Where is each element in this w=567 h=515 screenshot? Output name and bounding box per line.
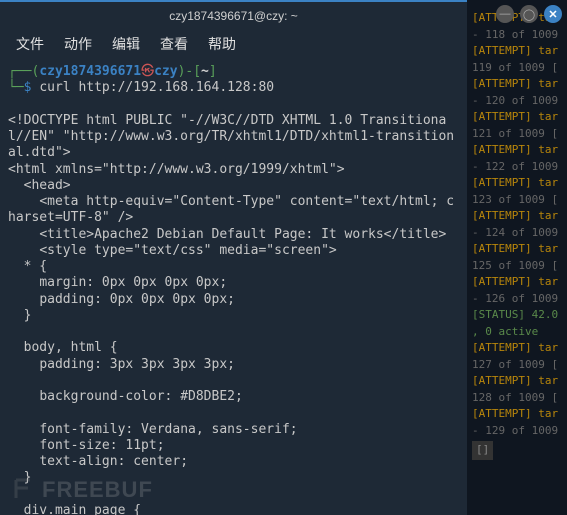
prompt-host: czy (154, 64, 177, 79)
bg-line: - 126 of 1009 (472, 291, 562, 308)
menu-view[interactable]: 查看 (152, 31, 196, 57)
menubar: 文件 动作 编辑 查看 帮助 (0, 30, 467, 58)
bg-line: [ATTEMPT] tar (472, 340, 562, 357)
bg-line: [ATTEMPT] tar (472, 43, 562, 60)
prompt-at-icon: ㉿ (141, 64, 154, 79)
bg-line: - 118 of 1009 (472, 27, 562, 44)
bg-line: 123 of 1009 [ (472, 192, 562, 209)
prompt-path: ~ (201, 64, 209, 79)
menu-edit[interactable]: 编辑 (104, 31, 148, 57)
minimize-button[interactable]: — (496, 5, 514, 23)
bg-line: [ATTEMPT] tar (472, 142, 562, 159)
prompt-user: czy1874396671 (39, 64, 141, 79)
bg-line: 121 of 1009 [ (472, 126, 562, 143)
command-text: curl http://192.168.164.128:80 (39, 80, 274, 95)
menu-file[interactable]: 文件 (8, 31, 52, 57)
bg-line: [ATTEMPT] tar (472, 373, 562, 390)
bg-line: [ATTEMPT] tar (472, 406, 562, 423)
terminal-body[interactable]: ┌──(czy1874396671㉿czy)-[~] └─$ curl http… (0, 58, 467, 515)
prompt-line2: └─$ curl http://192.168.164.128:80 (8, 80, 274, 95)
prompt-line1: ┌──(czy1874396671㉿czy)-[~] (8, 64, 217, 79)
bg-line: - 122 of 1009 (472, 159, 562, 176)
bg-line: [ATTEMPT] tar (472, 274, 562, 291)
maximize-button[interactable]: ◯ (520, 5, 538, 23)
bg-line: - 129 of 1009 (472, 423, 562, 440)
bg-line: 125 of 1009 [ (472, 258, 562, 275)
bg-line: , 0 active (472, 324, 562, 341)
bg-line: [ATTEMPT] tar (472, 175, 562, 192)
bg-line: [ATTEMPT] tar (472, 76, 562, 93)
bg-line: [ATTEMPT] tar (472, 241, 562, 258)
window-title: czy1874396671@czy: ~ (169, 9, 298, 23)
terminal-window: czy1874396671@czy: ~ — ◯ ✕ 文件 动作 编辑 查看 帮… (0, 0, 467, 515)
bg-line: [STATUS] 42.0 (472, 307, 562, 324)
bg-line: [ATTEMPT] tar (472, 208, 562, 225)
menu-help[interactable]: 帮助 (200, 31, 244, 57)
background-terminal: [ATTEMPT] tar- 118 of 1009[ATTEMPT] tar1… (467, 0, 567, 515)
window-controls: — ◯ ✕ (496, 5, 562, 23)
bg-prompt: [] (472, 441, 493, 460)
bg-line: 128 of 1009 [ (472, 390, 562, 407)
watermark: FREEBUF (12, 476, 153, 504)
close-button[interactable]: ✕ (544, 5, 562, 23)
bg-line: 127 of 1009 [ (472, 357, 562, 374)
bg-line: - 120 of 1009 (472, 93, 562, 110)
bg-line: 119 of 1009 [ (472, 60, 562, 77)
menu-actions[interactable]: 动作 (56, 31, 100, 57)
bg-line: [ATTEMPT] tar (472, 109, 562, 126)
bg-line: - 124 of 1009 (472, 225, 562, 242)
titlebar: czy1874396671@czy: ~ — ◯ ✕ (0, 2, 467, 30)
prompt-dollar: $ (24, 80, 32, 95)
command-output: <!DOCTYPE html PUBLIC "-//W3C//DTD XHTML… (8, 113, 454, 515)
